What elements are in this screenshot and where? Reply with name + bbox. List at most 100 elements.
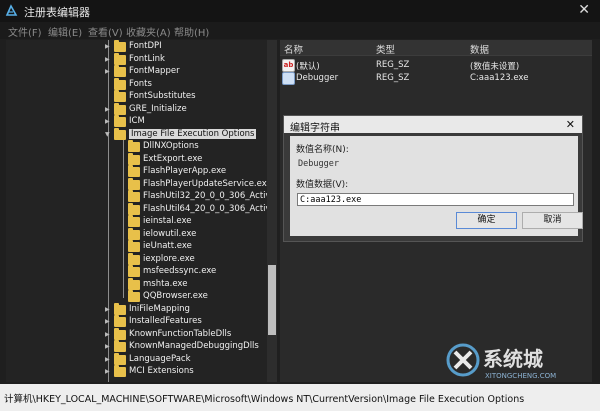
expand-arrow-icon[interactable]: ▶ [105, 56, 113, 63]
expand-arrow-icon[interactable]: ▶ [105, 343, 113, 350]
regedit-icon [5, 4, 18, 16]
value-data-input[interactable]: C:aaa123.exe [297, 193, 574, 206]
tree-item[interactable]: FlashUtil64_20_0_0_306_ActiveX [6, 202, 272, 216]
folder-icon [128, 265, 140, 277]
values-header: 名称 类型 数据 [280, 40, 592, 56]
menu-favorites[interactable]: 收藏夹(A) [126, 24, 171, 39]
folder-icon [114, 115, 126, 127]
tree-item-label: FlashPlayerUpdateService.exe [143, 178, 272, 189]
registry-tree[interactable]: ▶ FontDPI ▶ FontLink ▶ FontMapper Fonts FontSub… [6, 40, 272, 382]
menu-file[interactable]: 文件(F) [8, 24, 42, 39]
tree-item-label: DllNXOptions [143, 141, 199, 151]
folder-icon [114, 40, 126, 52]
value-name-label: 数值名称(N): [296, 145, 349, 155]
value-row[interactable]: Debugger REG_SZ C:aaa123.exe [280, 72, 592, 85]
watermark-text: 系统城 [483, 347, 543, 371]
expand-arrow-icon[interactable]: ▶ [105, 306, 113, 313]
window-close-button[interactable]: ✕ [578, 2, 590, 18]
tree-item[interactable]: ▶ InstalledFeatures [6, 315, 272, 328]
tree-item[interactable]: ▶ ICM [6, 115, 272, 128]
tree-item[interactable]: mshta.exe [6, 277, 272, 291]
folder-icon [128, 140, 140, 152]
tree-item-label: ieUnatt.exe [143, 241, 192, 251]
tree-item[interactable]: ▶ LanguagePack [6, 352, 272, 366]
tree-item-label: Fonts [129, 78, 152, 89]
value-row[interactable]: ab (默认) REG_SZ (数值未设置) [280, 59, 592, 72]
tree-item[interactable]: ieUnatt.exe [6, 240, 272, 253]
collapse-arrow-icon[interactable]: ▼ [105, 131, 113, 138]
tree-item-label: ielowutil.exe [143, 228, 197, 239]
value-name: (默认) [296, 62, 320, 72]
tree-scrollbar-thumb[interactable] [268, 265, 276, 335]
tree-scrollbar[interactable] [267, 40, 277, 382]
folder-icon [128, 202, 140, 215]
expand-arrow-icon[interactable]: ▶ [105, 43, 113, 50]
tree-item[interactable]: FlashPlayerApp.exe [6, 165, 272, 178]
tree-item-label: iexplore.exe [143, 253, 195, 264]
tree-item[interactable]: ▶ KnownFunctionTableDlls [6, 327, 272, 341]
folder-icon [114, 302, 126, 315]
tree-item[interactable]: ieinstal.exe [6, 215, 272, 228]
tree-item[interactable]: FlashUtil32_20_0_0_306_ActiveX [6, 190, 272, 203]
tree-item-label: mshta.exe [143, 278, 188, 289]
tree-item[interactable]: ▶ KnownManagedDebuggingDlls [6, 340, 272, 353]
column-header-type[interactable]: 类型 [376, 42, 395, 56]
ok-button[interactable]: 确定 [456, 212, 517, 229]
tree-item-label: QQBrowser.exe [143, 291, 208, 301]
folder-icon [128, 290, 140, 302]
expand-arrow-icon[interactable]: ▶ [105, 318, 113, 325]
dialog-body: 数值名称(N): Debugger 数值数据(V): C:aaa123.exe … [290, 136, 583, 236]
value-name: Debugger [296, 73, 339, 83]
dialog-title: 编辑字符串 [290, 123, 340, 134]
folder-icon [114, 90, 126, 102]
tree-item[interactable]: ielowutil.exe [6, 227, 272, 241]
tree-item[interactable]: ▶ FontLink [6, 52, 272, 66]
tree-item[interactable]: FontSubstitutes [6, 90, 272, 103]
tree-item[interactable]: ▶ GRE_Initialize [6, 102, 272, 116]
expand-arrow-icon[interactable]: ▶ [105, 331, 113, 338]
cancel-button[interactable]: 取消 [522, 212, 583, 229]
menu-edit[interactable]: 编辑(E) [48, 24, 82, 39]
tree-item[interactable]: QQBrowser.exe [6, 290, 272, 303]
tree-item[interactable]: ExtExport.exe [6, 152, 272, 166]
tree-item-label: ExtExport.exe [143, 153, 203, 164]
tree-item[interactable]: ▶ FontMapper [6, 65, 272, 78]
tree-item[interactable]: ▶ IniFileMapping [6, 302, 272, 316]
tree-item[interactable]: ▶ MCI Extensions [6, 365, 272, 378]
expand-arrow-icon[interactable]: ▶ [105, 68, 113, 75]
tree-item[interactable]: msfeedssync.exe [6, 265, 272, 278]
tree-item[interactable]: DllNXOptions [6, 140, 272, 153]
watermark-logo: 系统城 XITONGCHENG.COM [446, 343, 556, 380]
tree-item-label: FontMapper [129, 66, 180, 76]
folder-icon [128, 190, 140, 202]
expand-arrow-icon[interactable]: ▶ [105, 118, 113, 125]
tree-item-label: FontDPI [129, 41, 162, 51]
folder-icon [128, 277, 140, 290]
column-header-data[interactable]: 数据 [470, 42, 489, 56]
status-bar: 计算机\HKEY_LOCAL_MACHINE\SOFTWARE\Microsof… [0, 384, 600, 411]
folder-icon [114, 340, 126, 352]
tree-item-label: MCI Extensions [129, 366, 194, 376]
tree-item[interactable]: Fonts [6, 77, 272, 91]
dialog-close-button[interactable]: ✕ [566, 118, 575, 131]
folder-icon [128, 165, 140, 177]
column-header-name[interactable]: 名称 [284, 42, 303, 56]
folder-icon [114, 102, 126, 115]
folder-icon [114, 365, 126, 377]
menu-help[interactable]: 帮助(H) [174, 24, 209, 39]
expand-arrow-icon[interactable]: ▶ [105, 106, 113, 113]
folder-icon [114, 52, 126, 65]
expand-arrow-icon[interactable]: ▶ [105, 356, 113, 363]
expand-arrow-icon[interactable]: ▶ [105, 368, 113, 375]
folder-icon [114, 127, 126, 140]
tree-item-label: InstalledFeatures [129, 316, 202, 326]
tree-item-label: FontLink [129, 53, 165, 64]
tree-item[interactable]: ▶ FontDPI [6, 40, 272, 53]
tree-item[interactable]: iexplore.exe [6, 252, 272, 266]
tree-item-label: Image File Execution Options [129, 128, 257, 139]
status-path: 计算机\HKEY_LOCAL_MACHINE\SOFTWARE\Microsof… [4, 394, 525, 405]
menu-view[interactable]: 查看(V) [88, 24, 123, 39]
tree-item[interactable]: FlashPlayerUpdateService.exe [6, 177, 272, 191]
tree-item-label: msfeedssync.exe [143, 266, 217, 276]
tree-item[interactable]: ▼ Image File Execution Options [6, 127, 272, 141]
